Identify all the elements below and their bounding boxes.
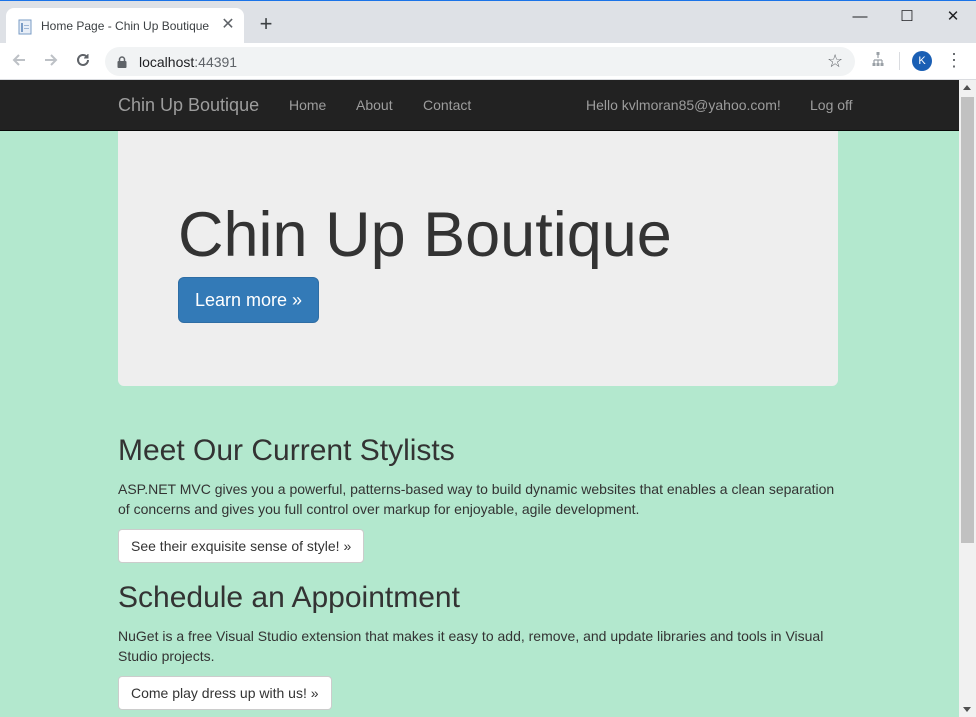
appointment-button[interactable]: Come play dress up with us! »	[118, 676, 332, 710]
nav-link-about[interactable]: About	[356, 97, 393, 113]
url-port: :44391	[194, 54, 238, 70]
toolbar-separator	[899, 52, 900, 70]
close-window-button[interactable]: ✕	[941, 7, 965, 27]
section-title-stylists: Meet Our Current Stylists	[118, 434, 455, 467]
lock-icon[interactable]	[117, 55, 127, 68]
browser-tab[interactable]: Home Page - Chin Up Boutique ✕	[6, 8, 244, 44]
tab-strip: Home Page - Chin Up Boutique ✕ + — ☐ ✕	[0, 1, 976, 44]
scroll-down-arrow-icon[interactable]	[963, 707, 971, 712]
site-navbar: Chin Up Boutique Home About Contact Hell…	[0, 80, 959, 131]
url-text: localhost:44391	[139, 54, 237, 70]
site-brand-link[interactable]: Chin Up Boutique	[118, 95, 259, 116]
minimize-button[interactable]: —	[848, 7, 872, 27]
page-viewport: Chin Up Boutique Home About Contact Hell…	[0, 80, 959, 717]
hero-jumbotron: Chin Up Boutique Learn more »	[118, 131, 838, 386]
stylists-button[interactable]: See their exquisite sense of style! »	[118, 529, 365, 563]
page-favicon-icon	[18, 19, 32, 35]
back-arrow-icon[interactable]	[8, 51, 30, 73]
maximize-button[interactable]: ☐	[895, 7, 919, 27]
learn-more-button[interactable]: Learn more »	[178, 277, 319, 323]
nav-link-contact[interactable]: Contact	[423, 97, 471, 113]
reload-icon[interactable]	[72, 51, 94, 73]
browser-toolbar: localhost:44391 ☆	[0, 43, 976, 80]
logoff-link[interactable]: Log off	[810, 97, 853, 113]
new-tab-button[interactable]: +	[256, 13, 276, 35]
scroll-thumb[interactable]	[961, 97, 974, 543]
nav-link-home[interactable]: Home	[289, 97, 326, 113]
address-bar[interactable]: localhost:44391 ☆	[105, 47, 855, 76]
url-host: localhost	[139, 54, 195, 70]
more-menu-icon[interactable]: ⋮	[945, 51, 963, 71]
section-title-appointment: Schedule an Appointment	[118, 581, 460, 614]
tab-title: Home Page - Chin Up Boutique	[41, 19, 210, 33]
section-text-appointment: NuGet is a free Visual Studio extension …	[118, 628, 824, 664]
extension-icon[interactable]	[870, 51, 886, 69]
hero-title: Chin Up Boutique	[178, 200, 672, 270]
star-icon[interactable]: ☆	[827, 51, 843, 72]
forward-arrow-icon[interactable]	[40, 51, 62, 73]
scroll-up-arrow-icon[interactable]	[963, 85, 971, 90]
close-tab-icon[interactable]: ✕	[219, 16, 237, 34]
user-greeting-link[interactable]: Hello kvlmoran85@yahoo.com!	[586, 97, 781, 113]
profile-avatar[interactable]: K	[912, 51, 932, 71]
section-text-stylists: ASP.NET MVC gives you a powerful, patter…	[118, 481, 835, 517]
page-scrollbar[interactable]	[959, 80, 976, 717]
